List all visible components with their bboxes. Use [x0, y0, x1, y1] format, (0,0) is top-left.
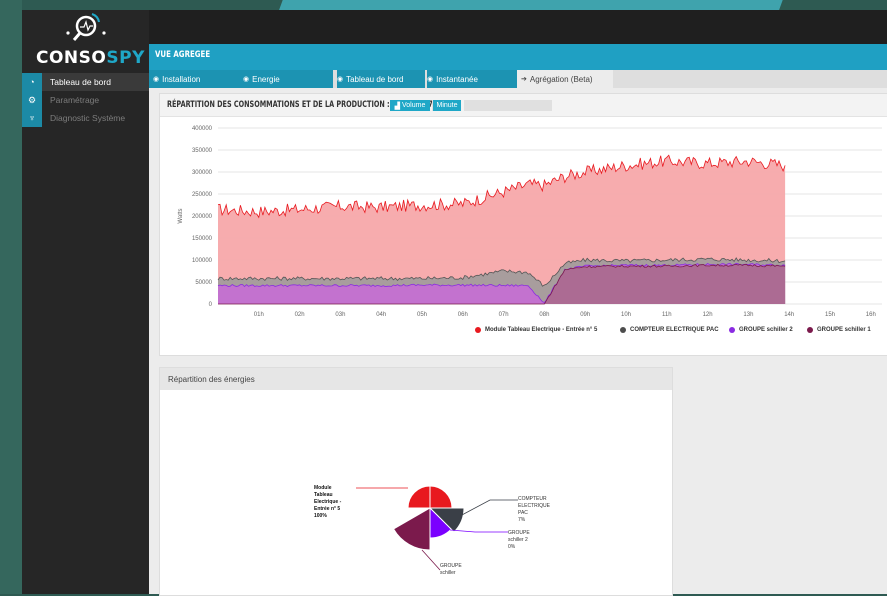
top-bar	[149, 10, 887, 44]
volume-button[interactable]: ▟ Volume	[390, 100, 430, 111]
logo-text: CONSOSPY	[36, 48, 145, 68]
y-tick-label: 250000	[192, 192, 213, 198]
tab-label: Instantanée	[436, 74, 478, 84]
sidebar-item-label: Diagnostic Système	[50, 113, 126, 123]
legend-item-schiller-1: GROUPE schiller 1	[807, 327, 871, 333]
eye-icon: ◉	[243, 76, 250, 83]
tab-label: Agrégation (Beta)	[529, 74, 593, 84]
background-band	[0, 0, 22, 594]
x-tick-label: 07h	[499, 312, 509, 318]
y-tick-label: 150000	[192, 236, 213, 242]
panel-header: RÉPARTITION DES CONSOMMATIONS ET DE LA P…	[160, 94, 887, 117]
sidebar-item-diagnostic[interactable]: ♆ Diagnostic Système	[22, 109, 149, 127]
tab-label: Tableau de bord	[346, 74, 404, 84]
x-tick-label: 01h	[254, 312, 264, 318]
legend-label: Module Tableau Electrique - Entrée n° 5	[485, 327, 598, 333]
y-tick-label: 300000	[192, 170, 213, 176]
logo: CONSOSPY	[22, 10, 149, 72]
pie-slice-module-2	[407, 485, 431, 509]
volume-button-label: Volume	[401, 102, 426, 109]
tab-installation[interactable]: ◉ Installation	[149, 70, 243, 88]
pie-label-compteur: COMPTEUR ELECTRIQUE PAC 7%	[518, 496, 550, 523]
x-tick-label: 14h	[784, 312, 794, 318]
x-tick-label: 15h	[825, 312, 835, 318]
pie-slice-schiller	[392, 507, 431, 551]
y-tick-label: 100000	[192, 258, 213, 264]
legend-label: GROUPE schiller 1	[817, 327, 871, 333]
pie-leader-compteur	[459, 499, 518, 517]
legend-item-module: Module Tableau Electrique - Entrée n° 5	[475, 327, 597, 333]
legend-item-compteur: COMPTEUR ELECTRIQUE PAC	[620, 327, 719, 333]
logo-magnifier-icon	[66, 13, 106, 41]
eye-icon: ◉	[153, 76, 160, 83]
sidebar-nav: ◔ Tableau de bord ⚙ Paramétrage ♆ Diagno…	[22, 73, 149, 127]
x-tick-label: 04h	[376, 312, 386, 318]
sidebar-item-label: Paramétrage	[50, 95, 100, 105]
pie-label-schiller-2: GROUPE schiller 2 0%	[508, 530, 530, 550]
x-tick-label: 05h	[417, 312, 427, 318]
legend-item-schiller-2: GROUPE schiller 2	[729, 327, 793, 333]
x-tick-label: 03h	[335, 312, 345, 318]
x-tick-label: 11h	[662, 312, 672, 318]
sidebar-item-tableau-de-bord[interactable]: ◔ Tableau de bord	[22, 73, 149, 91]
consumption-panel: RÉPARTITION DES CONSOMMATIONS ET DE LA P…	[159, 93, 887, 356]
tab-agregation[interactable]: ➔ Agrégation (Beta)	[517, 70, 613, 88]
x-tick-label: 06h	[458, 312, 468, 318]
legend-label: GROUPE schiller 2	[739, 327, 793, 333]
legend-marker	[807, 327, 813, 333]
energy-pie-chart	[356, 485, 518, 571]
sidebar-item-parametrage[interactable]: ⚙ Paramétrage	[22, 91, 149, 109]
pie-leader-schiller	[421, 549, 441, 571]
gears-icon: ⚙	[22, 91, 42, 109]
page-title: VUE AGREGEE	[155, 50, 211, 60]
x-tick-label: 09h	[580, 312, 590, 318]
sidebar-item-label: Tableau de bord	[50, 77, 111, 87]
arrow-right-icon: ➔	[521, 76, 527, 83]
y-tick-label: 50000	[195, 280, 212, 286]
tab-energie[interactable]: ◉ Energie	[243, 70, 333, 88]
page-title-bar: VUE AGREGEE	[149, 44, 887, 70]
y-tick-label: 350000	[192, 148, 213, 154]
energy-distribution-panel: Répartition des énergies	[159, 367, 673, 596]
minute-button[interactable]: Minute	[433, 100, 461, 111]
legend-marker	[475, 327, 481, 333]
eye-icon: ◉	[427, 76, 434, 83]
tab-label: Installation	[162, 74, 201, 84]
tab-instantanee[interactable]: ◉ Instantanée	[427, 70, 517, 88]
x-tick-label: 13h	[743, 312, 753, 318]
x-tick-label: 10h	[621, 312, 631, 318]
panel-header: Répartition des énergies	[160, 368, 672, 390]
dashboard-icon: ◔	[22, 73, 42, 91]
bar-chart-icon: ▟	[394, 102, 402, 110]
legend-marker	[729, 327, 735, 333]
legend-marker	[620, 327, 626, 333]
x-tick-label: 02h	[295, 312, 305, 318]
pie-leader-schiller-2	[449, 529, 508, 533]
tab-bar: ◉ Installation ◉ Energie ◉ Tableau de bord …	[149, 70, 887, 88]
pie-label-module: Module Tableau Electrique - Entrée n° 51…	[314, 485, 342, 519]
legend-label: COMPTEUR ELECTRIQUE PAC	[630, 327, 719, 333]
consumption-area-chart: 400000 350000 300000 250000 200000 150000 1000…	[178, 126, 882, 318]
tab-label: Energie	[252, 74, 280, 84]
eye-icon: ◉	[337, 76, 344, 83]
x-tick-label: 08h	[539, 312, 549, 318]
panel-title: Répartition des énergies	[168, 375, 255, 384]
stethoscope-icon: ♆	[22, 109, 42, 127]
y-tick-label: 0	[209, 302, 213, 308]
period-buttons[interactable]	[464, 100, 552, 111]
y-tick-label: 200000	[192, 214, 213, 220]
y-axis-label: Watts	[178, 208, 184, 223]
minute-button-label: Minute	[436, 102, 458, 109]
tab-tableau-de-bord[interactable]: ◉ Tableau de bord	[337, 70, 425, 88]
x-tick-label: 16h	[866, 312, 876, 318]
y-tick-label: 400000	[192, 126, 213, 132]
x-tick-label: 12h	[703, 312, 713, 318]
pie-label-schiller: GROUPE schiller	[440, 563, 462, 576]
